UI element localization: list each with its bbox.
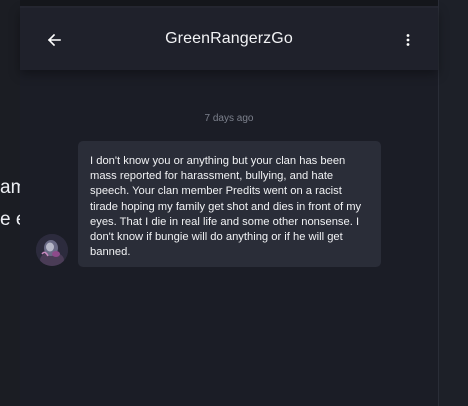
message-timestamp: 7 days ago: [204, 113, 254, 124]
more-vertical-icon: [406, 34, 410, 46]
chat-header: GreenRangerzGo: [20, 8, 438, 70]
background-text: e e: [0, 209, 20, 230]
message-bubble: I don't know you or anything but your cl…: [78, 141, 381, 267]
message-text: I don't know you or anything but your cl…: [90, 155, 362, 259]
avatar[interactable]: [36, 234, 68, 266]
background-page: [0, 0, 20, 406]
background-text: am: [0, 177, 20, 198]
panel-divider: [438, 0, 439, 406]
avatar-image: [36, 234, 68, 266]
scrollbar-track[interactable]: [438, 0, 468, 406]
conversation-title: GreenRangerzGo: [165, 30, 293, 47]
more-options-button[interactable]: [400, 30, 416, 50]
